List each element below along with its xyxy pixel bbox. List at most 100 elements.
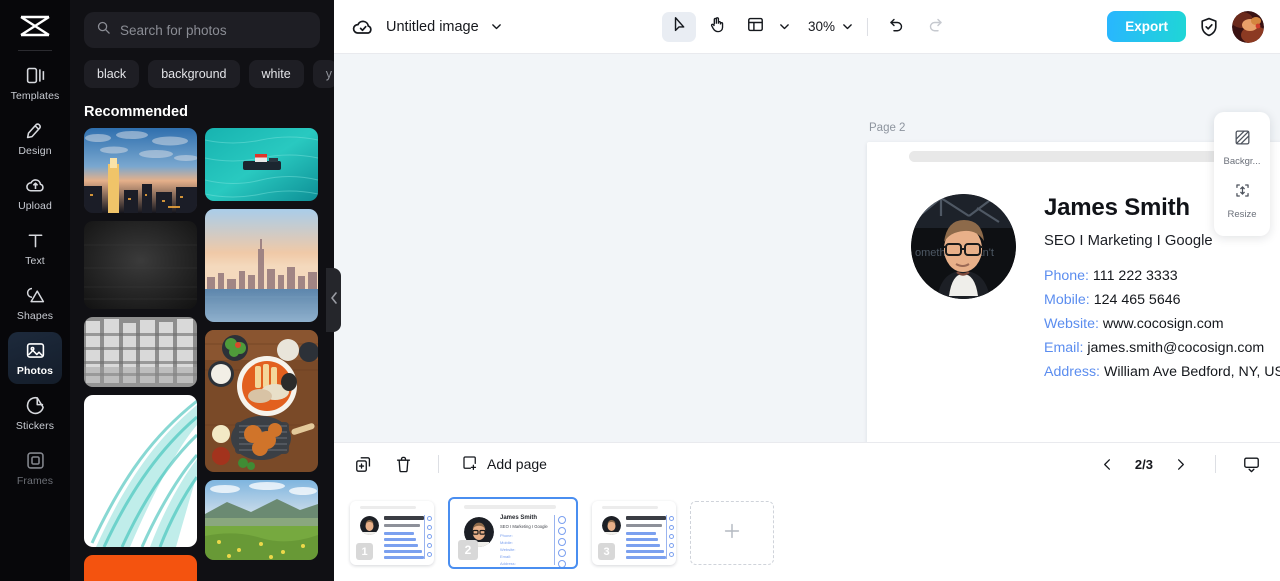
chip-white[interactable]: white [248,60,304,88]
add-page-button[interactable]: Add page [461,454,547,475]
thumbnail-page-2[interactable]: James Smith SEO I Marketing I Google Pho… [448,497,578,569]
background-button[interactable]: Backgr... [1214,121,1270,174]
export-button[interactable]: Export [1107,11,1186,42]
photo-ramen-fried-chicken-meal[interactable] [205,330,318,472]
photo-teal-abstract-waves[interactable] [84,395,197,547]
sidebar-item-frames[interactable]: Frames [8,442,62,494]
hand-tool-button[interactable] [700,12,734,42]
select-tool-button[interactable] [661,11,696,42]
mini-social [558,516,566,524]
design-icon [24,119,46,141]
sidebar-item-text[interactable]: Text [8,222,62,274]
mini-divider [666,515,667,559]
sidebar-item-stickers[interactable]: Stickers [8,387,62,439]
chevron-down-icon[interactable] [489,19,505,35]
undo-icon [888,15,906,38]
undo-button[interactable] [880,12,914,42]
mini-row [626,532,656,535]
chip-partial[interactable]: y [312,60,334,88]
mini-role [384,524,420,527]
mini-social [558,549,566,557]
mini-portrait [602,516,621,535]
row-value: William Ave Bedford, NY, USA [1103,364,1280,380]
zoom-chevron-down-icon[interactable] [839,19,855,35]
sidebar-item-upload[interactable]: Upload [8,167,62,219]
duplicate-page-icon[interactable] [350,451,376,477]
sidebar-divider [18,50,52,51]
mini-social [558,527,566,535]
photo-stone-pillars-temple[interactable] [84,317,197,387]
add-thumbnail-button[interactable] [690,501,774,565]
sidebar-item-templates[interactable]: Templates [8,57,62,109]
mini-row-phone: Phone: [500,533,513,538]
search-box[interactable] [84,12,320,48]
mini-social [427,534,432,539]
thumbnail-page-1[interactable]: 1 [350,501,434,565]
photo-green-meadow-hills[interactable] [205,480,318,560]
mini-row [626,538,658,541]
layout-chevron-down-icon[interactable] [776,19,792,35]
photo-orange-solid-color[interactable] [84,555,197,581]
chip-black[interactable]: black [84,60,140,88]
photo-black-chalkboard-texture[interactable] [84,221,197,309]
canvas[interactable]: Page 2 ometh can't James Smith SEO I Mar… [334,54,1280,442]
row-value: www.cocosign.com [1102,316,1224,332]
shapes-icon [24,284,46,306]
shield-check-icon[interactable] [1196,14,1222,40]
frames-icon [24,449,46,471]
james-smith-portrait[interactable]: ometh can't [911,194,1016,299]
row-value: 124 465 5646 [1093,292,1181,308]
zoom-level[interactable]: 30% [808,19,835,34]
search-icon [96,20,111,40]
layout-tool-button[interactable] [738,12,772,42]
document-title[interactable]: Untitled image [386,19,479,35]
mini-row-email: Email: [500,554,512,559]
sidebar-item-label: Frames [16,475,54,487]
mini-social [669,525,674,530]
page-thumbnail-strip: 1 James Smith SEO I Marketing I Google P… [334,485,1280,581]
stickers-icon [24,394,46,416]
row-label: Address: [1044,364,1100,380]
thumbnail-number: 3 [598,543,615,560]
mini-row [384,556,424,559]
mini-portrait [360,516,379,535]
mini-divider [554,515,555,565]
sidebar-item-design[interactable]: Design [8,112,62,164]
page-nav-group: 2/3 [1095,451,1264,477]
sidebar-item-shapes[interactable]: Shapes [8,277,62,329]
resize-button[interactable]: Resize [1214,174,1270,227]
present-icon[interactable] [1238,451,1264,477]
next-page-button[interactable] [1167,451,1193,477]
add-page-label: Add page [487,456,547,472]
photo-grid [70,128,334,581]
mini-social [427,516,432,521]
card-row-phone: Phone: 111 222 3333 [1044,268,1280,284]
text-icon [24,229,46,251]
prev-page-button[interactable] [1095,451,1121,477]
sidebar-item-label: Shapes [16,310,54,322]
trash-icon[interactable] [390,451,416,477]
row-label: Mobile: [1044,292,1090,308]
card-row-mobile: Mobile: 124 465 5646 [1044,292,1280,308]
chip-background[interactable]: background [148,60,240,88]
avatar[interactable] [1232,10,1264,43]
photo-boat-turquoise-sea[interactable] [205,128,318,201]
redo-button[interactable] [918,12,952,42]
panel-collapse-handle[interactable] [326,268,341,332]
sidebar-item-photos[interactable]: Photos [8,332,62,384]
add-page-icon [461,454,479,475]
photo-new-york-skyline-water[interactable] [205,209,318,322]
cursor-arrow-icon [669,15,688,39]
search-input[interactable] [120,22,308,38]
cocosign-logo[interactable] [15,10,55,44]
hand-icon [707,15,726,39]
thumbnail-page-3[interactable]: 3 [592,501,676,565]
mini-row [626,556,666,559]
plus-icon [721,520,743,547]
cloud-saved-icon[interactable] [350,14,376,40]
photo-city-skyline-dusk[interactable] [84,128,197,213]
row-label: Phone: [1044,268,1089,284]
mini-social [669,534,674,539]
sidebar-item-label: Text [25,255,45,267]
left-sidebar: Templates Design Upload Text Shapes Phot… [0,0,70,581]
